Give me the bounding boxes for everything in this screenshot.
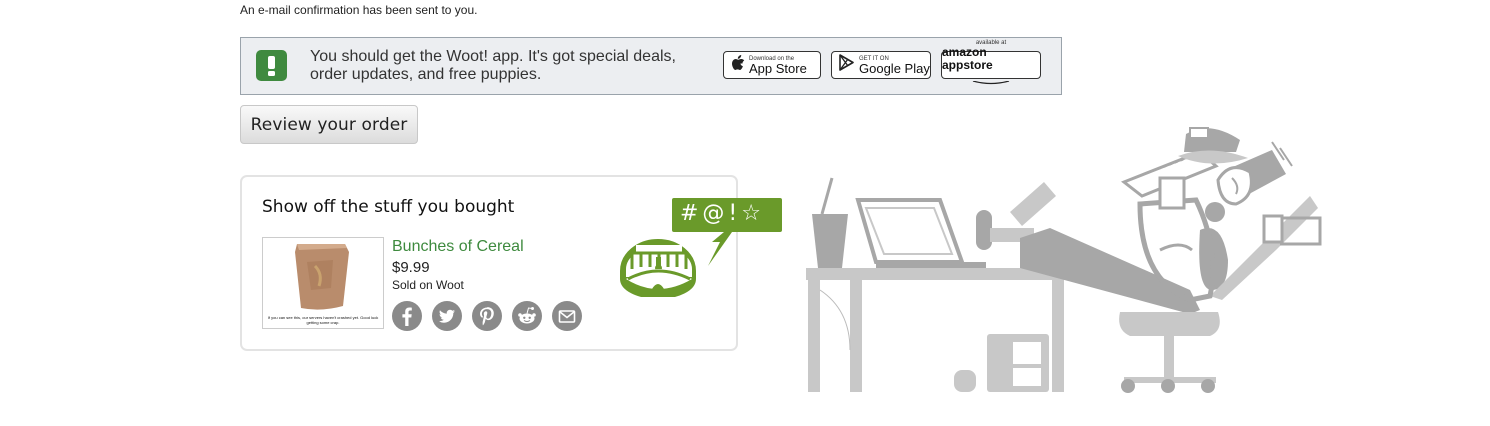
desk-worker-illustration <box>806 127 1322 393</box>
